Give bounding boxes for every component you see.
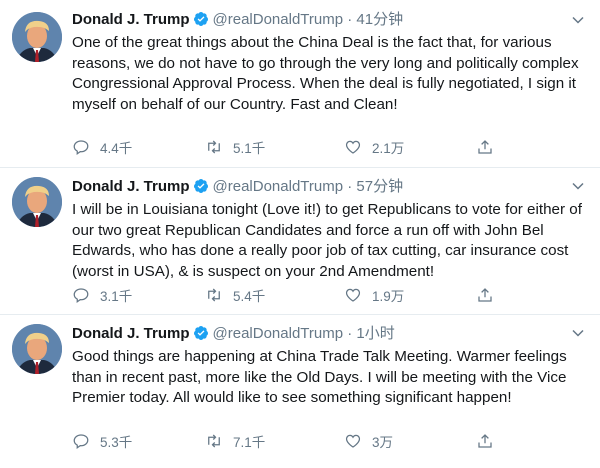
- author-handle[interactable]: @realDonaldTrump: [213, 325, 344, 342]
- avatar[interactable]: [12, 177, 62, 227]
- tweet[interactable]: Donald J. Trump @realDonaldTrump · 1小时 Go…: [0, 315, 600, 468]
- heart-icon: [345, 434, 361, 448]
- retweet-button[interactable]: 5.1千: [205, 137, 265, 157]
- retweet-icon: [208, 140, 220, 154]
- author-name[interactable]: Donald J. Trump: [72, 11, 190, 28]
- tweet-text: I will be in Louisiana tonight (Love it!…: [72, 201, 582, 280]
- chevron-down-icon[interactable]: [572, 327, 584, 339]
- share-icon: [478, 288, 492, 302]
- chevron-down-icon[interactable]: [572, 14, 584, 26]
- retweet-count: 7.1千: [233, 435, 266, 450]
- retweet-icon: [208, 288, 220, 302]
- like-count: 2.1万: [372, 141, 405, 156]
- retweet-button[interactable]: 5.4千: [205, 285, 265, 305]
- author-name[interactable]: Donald J. Trump: [72, 325, 190, 342]
- share-icon: [478, 140, 492, 154]
- timestamp[interactable]: 57分钟: [356, 178, 403, 195]
- heart-icon: [345, 288, 361, 302]
- tweet-header: Donald J. Trump @realDonaldTrump · 41分钟: [72, 9, 560, 31]
- verified-badge-icon: [193, 179, 208, 193]
- separator-dot: ·: [347, 11, 353, 28]
- reply-count: 5.3千: [100, 435, 133, 450]
- like-button[interactable]: 3万: [344, 431, 393, 451]
- tweet[interactable]: Donald J. Trump @realDonaldTrump · 57分钟 I…: [0, 168, 600, 315]
- share-icon: [478, 434, 492, 448]
- reply-count: 3.1千: [100, 289, 133, 304]
- retweet-button[interactable]: 7.1千: [205, 431, 265, 451]
- separator-dot: ·: [347, 178, 353, 195]
- timestamp[interactable]: 41分钟: [356, 11, 403, 28]
- chevron-down-icon[interactable]: [572, 180, 584, 192]
- tweet-actions: 4.4千 5.1千 2.1万: [72, 137, 532, 157]
- retweet-icon: [208, 434, 220, 448]
- retweet-count: 5.4千: [233, 289, 266, 304]
- author-handle[interactable]: @realDonaldTrump: [213, 178, 344, 195]
- reply-button[interactable]: 3.1千: [72, 285, 132, 305]
- author-name[interactable]: Donald J. Trump: [72, 178, 190, 195]
- reply-icon: [73, 140, 89, 155]
- avatar[interactable]: [12, 12, 62, 62]
- like-button[interactable]: 1.9万: [344, 285, 404, 305]
- separator-dot: ·: [347, 325, 353, 342]
- tweet-text: Good things are happening at China Trade…: [72, 348, 567, 406]
- reply-button[interactable]: 5.3千: [72, 431, 132, 451]
- tweet-text: One of the great things about the China …: [72, 34, 579, 113]
- heart-icon: [345, 140, 361, 154]
- like-count: 1.9万: [372, 289, 405, 304]
- like-button[interactable]: 2.1万: [344, 137, 404, 157]
- reply-button[interactable]: 4.4千: [72, 137, 132, 157]
- retweet-count: 5.1千: [233, 141, 266, 156]
- author-handle[interactable]: @realDonaldTrump: [213, 11, 344, 28]
- reply-icon: [73, 434, 89, 449]
- reply-count: 4.4千: [100, 141, 133, 156]
- timestamp[interactable]: 1小时: [356, 325, 394, 342]
- tweet[interactable]: Donald J. Trump @realDonaldTrump · 41分钟 O…: [0, 0, 600, 168]
- share-button[interactable]: [476, 285, 504, 305]
- tweet-header: Donald J. Trump @realDonaldTrump · 57分钟: [72, 176, 560, 198]
- share-button[interactable]: [476, 431, 504, 451]
- verified-badge-icon: [193, 326, 208, 340]
- share-button[interactable]: [476, 137, 504, 157]
- tweet-feed: Donald J. Trump @realDonaldTrump · 41分钟 O…: [0, 0, 600, 468]
- tweet-actions: 3.1千 5.4千 1.9万: [72, 285, 532, 305]
- avatar[interactable]: [12, 324, 62, 374]
- tweet-header: Donald J. Trump @realDonaldTrump · 1小时: [72, 323, 560, 345]
- verified-badge-icon: [193, 12, 208, 26]
- reply-icon: [73, 288, 89, 303]
- like-count: 3万: [372, 435, 394, 450]
- tweet-actions: 5.3千 7.1千 3万: [72, 431, 532, 451]
